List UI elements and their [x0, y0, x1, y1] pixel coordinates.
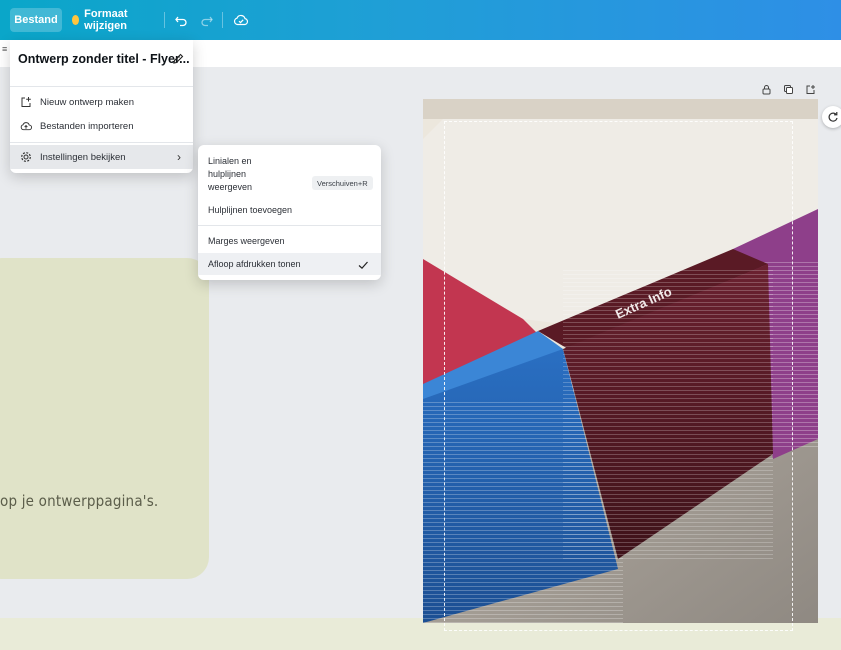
- card-stack-photo: Extra Info: [423, 99, 818, 623]
- top-toolbar: Bestand Formaat wijzigen: [0, 0, 841, 40]
- checkmark-icon: [357, 257, 369, 279]
- show-margins-menu-item[interactable]: Marges weergeven: [198, 234, 381, 248]
- view-settings-menu-item[interactable]: Instellingen bekijken ›: [10, 145, 193, 169]
- collapse-handle-icon[interactable]: ≡: [2, 44, 7, 54]
- rotate-icon[interactable]: [822, 106, 841, 128]
- design-title[interactable]: Ontwerp zonder titel - Flyer...: [18, 52, 190, 66]
- text-panel-background: [0, 258, 209, 579]
- duplicate-icon[interactable]: [781, 82, 795, 96]
- cloud-upload-icon: [20, 120, 32, 132]
- crown-icon: [72, 15, 80, 25]
- rulers-guides-label-line1: Linialen en: [208, 156, 252, 166]
- toolbar-divider: [222, 12, 223, 28]
- new-design-menu-item[interactable]: Nieuw ontwerp maken: [10, 90, 193, 114]
- new-design-icon: [20, 96, 32, 108]
- view-settings-submenu: Linialen en hulplijnen weergeven Verschu…: [198, 145, 381, 280]
- redo-icon[interactable]: [198, 11, 216, 29]
- undo-icon[interactable]: [172, 11, 190, 29]
- add-guides-label: Hulplijnen toevoegen: [208, 205, 293, 215]
- canvas-body-text: op je ontwerppagina's.: [0, 492, 159, 510]
- design-canvas[interactable]: Extra Info: [423, 99, 818, 623]
- rulers-guides-menu-item[interactable]: Linialen en hulplijnen weergeven Verschu…: [198, 155, 381, 192]
- page-tools: [759, 82, 817, 96]
- resize-label: Formaat wijzigen: [84, 8, 128, 32]
- cloud-check-icon[interactable]: [232, 11, 250, 29]
- file-menu-button[interactable]: Bestand: [10, 8, 62, 32]
- menu-divider: [10, 86, 193, 87]
- show-print-bleed-menu-item[interactable]: Afloop afdrukken tonen: [198, 253, 381, 275]
- toolbar-divider: [164, 12, 165, 28]
- show-margins-label: Marges weergeven: [208, 236, 285, 246]
- file-menu: Ontwerp zonder titel - Flyer... Nieuw on…: [10, 40, 193, 173]
- new-design-label: Nieuw ontwerp maken: [40, 96, 134, 108]
- gear-icon: [20, 151, 32, 163]
- show-print-bleed-label: Afloop afdrukken tonen: [208, 259, 301, 269]
- pencil-icon[interactable]: [172, 52, 184, 64]
- chevron-right-icon: ›: [177, 150, 181, 164]
- keyboard-shortcut-badge: Verschuiven+R: [312, 176, 373, 190]
- import-files-menu-item[interactable]: Bestanden importeren: [10, 114, 193, 138]
- add-guides-menu-item[interactable]: Hulplijnen toevoegen: [198, 203, 381, 217]
- view-settings-label: Instellingen bekijken: [40, 151, 126, 163]
- add-page-icon[interactable]: [803, 82, 817, 96]
- resize-button[interactable]: Formaat wijzigen: [64, 8, 156, 32]
- file-menu-label: Bestand: [14, 14, 58, 26]
- lock-icon[interactable]: [759, 82, 773, 96]
- menu-divider: [10, 142, 193, 143]
- submenu-divider: [198, 225, 381, 226]
- import-files-label: Bestanden importeren: [40, 120, 134, 132]
